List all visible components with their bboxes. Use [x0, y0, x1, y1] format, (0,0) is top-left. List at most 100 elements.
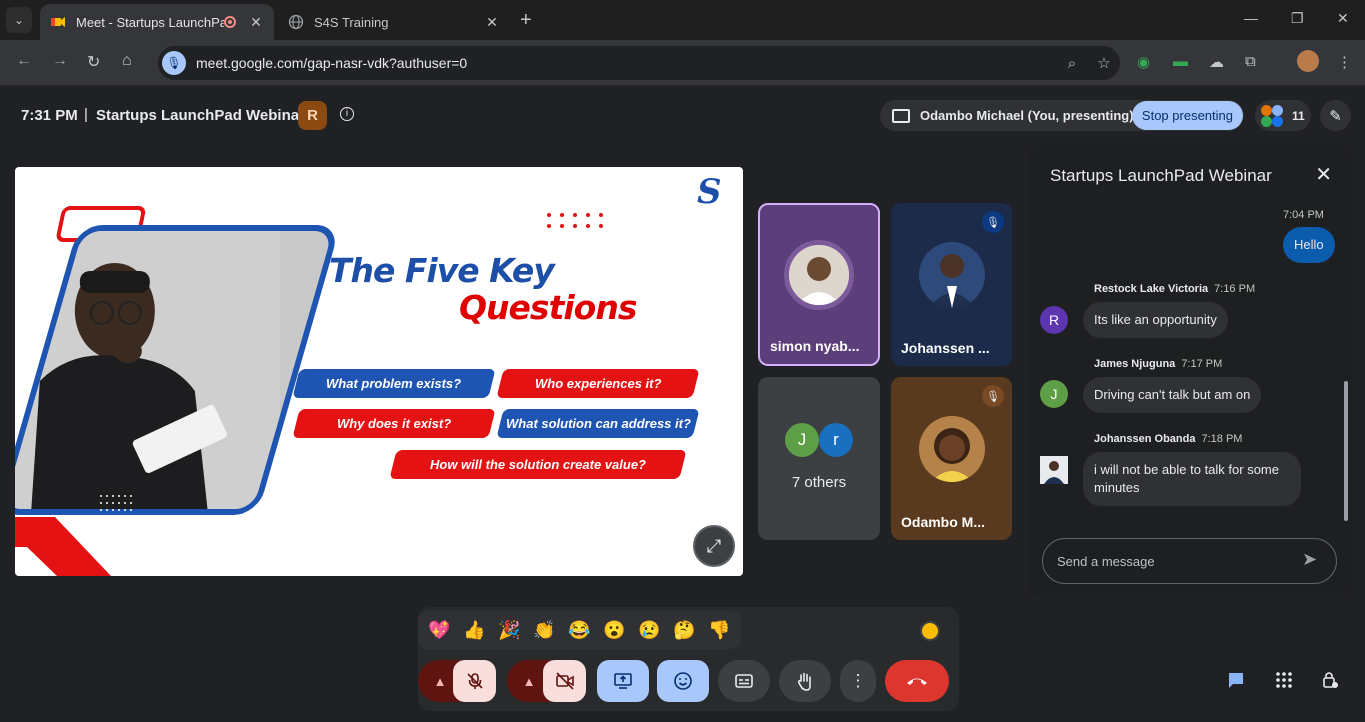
reaction-laugh-icon[interactable]: 😂: [565, 620, 595, 641]
mic-off-icon: [466, 673, 483, 689]
others-count: 7 others: [791, 474, 847, 491]
reaction-thumbs-up-icon[interactable]: 👍: [460, 620, 490, 641]
slide-title-line2: Questions: [459, 288, 637, 327]
question-text: Who experiences it?: [534, 376, 662, 391]
participant-name: Johanssen ...: [901, 340, 990, 356]
emoji-icon: [674, 672, 692, 690]
camera-off-button[interactable]: [543, 660, 586, 702]
reload-icon[interactable]: ↻: [87, 52, 100, 72]
participant-tile[interactable]: 🎙 Odambo M...: [891, 377, 1012, 540]
question-pill: What problem exists?: [292, 369, 496, 398]
meeting-header: 7:31 PM | Startups LaunchPad Webinar R i…: [0, 87, 1365, 143]
presenting-chip: Odambo Michael (You, presenting) Stop pr…: [880, 100, 1244, 131]
reaction-sparkling-heart-icon[interactable]: 💖: [425, 620, 455, 641]
others-tile[interactable]: J r 7 others: [758, 377, 880, 540]
mic-off-button[interactable]: [453, 660, 496, 702]
new-tab-icon[interactable]: +: [520, 9, 532, 32]
participant-tile[interactable]: 🎙 Johanssen ...: [891, 203, 1012, 366]
chat-icon[interactable]: [1218, 662, 1254, 698]
home-icon[interactable]: ⌂: [122, 52, 132, 70]
host-tools-icon[interactable]: ✎: [1320, 100, 1351, 131]
chat-bubble: Driving can't talk but am on: [1083, 377, 1262, 413]
participant-name: Odambo M...: [901, 514, 985, 530]
question-pill: How will the solution create value?: [389, 450, 687, 479]
hang-up-icon: [907, 678, 927, 685]
close-icon[interactable]: ✕: [1315, 162, 1332, 187]
tab-meet[interactable]: Meet - Startups LaunchPad ✕: [40, 4, 274, 40]
sender-avatar: [1040, 456, 1068, 484]
present-screen-icon: [614, 673, 632, 689]
chat-message-input[interactable]: [1042, 538, 1337, 584]
send-icon[interactable]: ➤: [1302, 549, 1317, 570]
svg-text:S: S: [697, 172, 722, 212]
reaction-thinking-icon[interactable]: 🤔: [670, 620, 700, 641]
meeting-info-icon[interactable]: i: [340, 107, 354, 121]
host-controls-lock-icon[interactable]: [1312, 662, 1348, 698]
participant-tile[interactable]: simon nyab...: [758, 203, 880, 366]
host-controls-badge[interactable]: R: [298, 101, 327, 130]
profile-avatar[interactable]: [1297, 50, 1319, 72]
dot-grid-decoration: [100, 495, 132, 511]
reaction-thumbs-down-icon[interactable]: 👎: [705, 620, 735, 641]
stop-presenting-button[interactable]: Stop presenting: [1131, 101, 1243, 130]
meet-favicon-icon: [51, 17, 65, 27]
extensions-puzzle-icon[interactable]: ⧉: [1245, 53, 1256, 70]
browser-tab-bar: ⌄ Meet - Startups LaunchPad ✕ S4S Traini…: [0, 0, 1365, 40]
participant-initial: J: [785, 423, 819, 457]
chrome-menu-icon[interactable]: ⋮: [1337, 53, 1352, 71]
present-screen-button[interactable]: [597, 660, 649, 702]
reaction-surprised-icon[interactable]: 😮: [600, 620, 630, 641]
reaction-sad-icon[interactable]: 😢: [635, 620, 665, 641]
reaction-party-icon[interactable]: 🎉: [495, 620, 525, 641]
message-time: 7:17 PM: [1181, 358, 1223, 370]
tab-title: Meet - Startups LaunchPad: [76, 14, 224, 30]
mic-muted-icon: 🎙: [982, 211, 1004, 233]
question-text: Why does it exist?: [336, 416, 452, 431]
close-tab-icon[interactable]: ✕: [484, 14, 500, 31]
tab-s4s-training[interactable]: S4S Training ✕: [278, 4, 510, 40]
chat-scrollbar[interactable]: [1344, 381, 1348, 521]
zoom-search-icon[interactable]: ⌕: [1056, 55, 1088, 72]
more-options-icon[interactable]: ⋮: [840, 660, 876, 702]
bookmark-star-icon[interactable]: ☆: [1088, 54, 1120, 72]
question-pill: What solution can address it?: [496, 409, 700, 438]
raise-hand-button[interactable]: [779, 660, 831, 702]
participant-name: simon nyab...: [770, 338, 860, 354]
presentation-slide: S The Five Key Questions What problem ex…: [15, 167, 743, 576]
minimize-icon[interactable]: —: [1244, 10, 1258, 26]
close-window-icon[interactable]: ✕: [1337, 10, 1349, 27]
chat-panel: Startups LaunchPad Webinar ✕ 7:04 PM Hel…: [1028, 145, 1352, 598]
leave-call-button[interactable]: [885, 660, 949, 702]
chat-bubble: i will not be able to talk for some minu…: [1083, 452, 1301, 506]
back-icon[interactable]: ←: [16, 52, 32, 70]
meeting-time: 7:31 PM: [21, 107, 78, 124]
mic-muted-icon: 🎙: [982, 385, 1004, 407]
restore-icon[interactable]: ❐: [1291, 10, 1304, 27]
message-time: 7:04 PM: [1283, 209, 1324, 221]
message-header: James Njuguna 7:17 PM: [1094, 358, 1222, 370]
tab-search-button[interactable]: ⌄: [6, 7, 32, 33]
presenting-label: Odambo Michael (You, presenting): [920, 108, 1134, 123]
address-bar[interactable]: 🎙 meet.google.com/gap-nasr-vdk?authuser=…: [158, 46, 1120, 80]
url-text[interactable]: meet.google.com/gap-nasr-vdk?authuser=0: [196, 55, 1056, 71]
forward-icon[interactable]: →: [52, 52, 68, 70]
skin-tone-selector[interactable]: [920, 621, 940, 641]
people-button[interactable]: 11: [1255, 100, 1311, 131]
close-tab-icon[interactable]: ✕: [248, 14, 264, 31]
question-text: How will the solution create value?: [430, 457, 646, 472]
activities-grid-icon[interactable]: [1266, 662, 1302, 698]
captions-button[interactable]: [718, 660, 770, 702]
mic-permission-icon[interactable]: 🎙: [162, 51, 186, 75]
people-avatars-icon: [1261, 104, 1283, 127]
reactions-button[interactable]: [657, 660, 709, 702]
fullscreen-expand-icon[interactable]: ⤢: [693, 525, 735, 567]
emoji-strip: 💖 👍 🎉 👏 😂 😮 😢 🤔 👎: [418, 611, 741, 649]
participant-avatar: [784, 239, 854, 310]
extension-icon[interactable]: ▬: [1173, 53, 1188, 70]
reaction-clap-icon[interactable]: 👏: [530, 620, 560, 641]
browser-toolbar: ← → ↻ ⌂ 🎙 meet.google.com/gap-nasr-vdk?a…: [0, 40, 1365, 86]
question-text: What solution can address it?: [505, 416, 691, 431]
extension-icon[interactable]: ☁: [1209, 53, 1224, 71]
grammarly-extension-icon[interactable]: ◉: [1137, 53, 1150, 71]
camera-off-icon: [555, 672, 574, 690]
